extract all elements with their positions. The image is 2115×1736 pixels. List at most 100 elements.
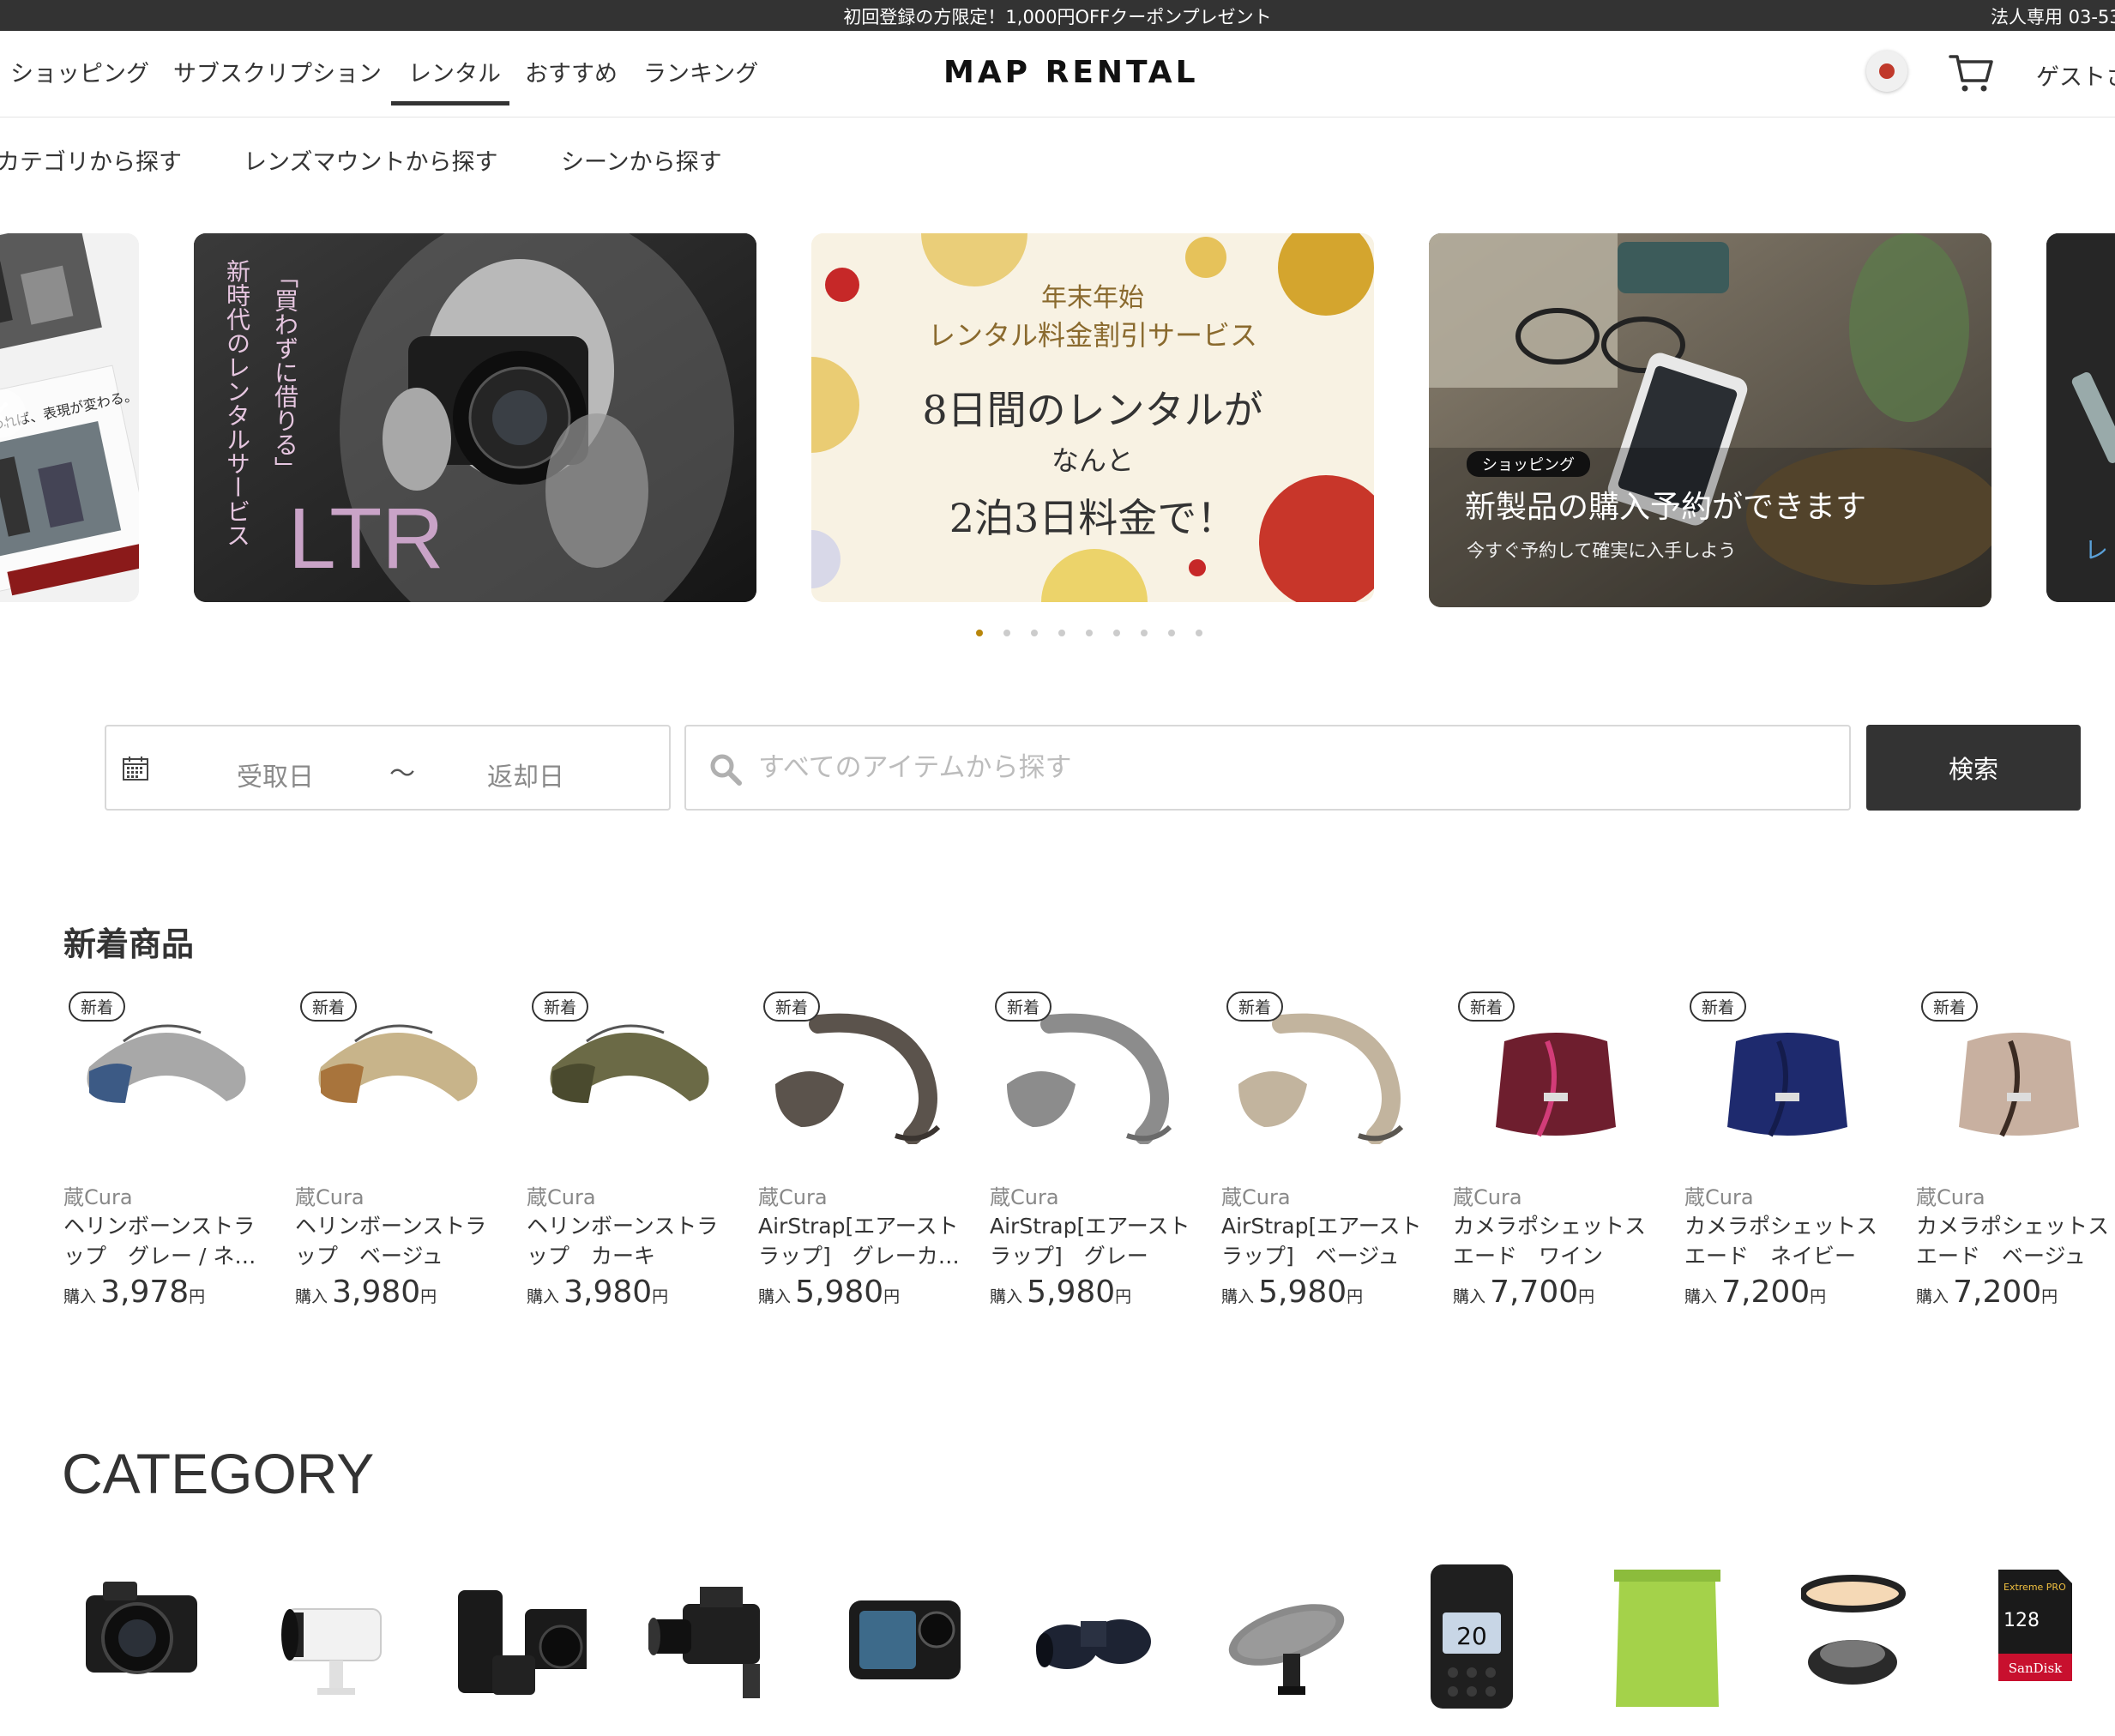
- corporate-contact[interactable]: 法人専用 03-53: [1991, 3, 2115, 29]
- return-date-field[interactable]: 返却日: [487, 756, 564, 793]
- product-image[interactable]: [72, 1007, 261, 1144]
- price-currency: 円: [1347, 1287, 1364, 1306]
- carousel-dot[interactable]: [976, 630, 983, 636]
- category-binoculars[interactable]: [1029, 1552, 1158, 1715]
- product-brand: 蔵Cura: [527, 1185, 596, 1209]
- product-name[interactable]: AirStrap[エアーストラップ] グレーカーキ: [758, 1211, 964, 1271]
- search-bar: [684, 725, 1851, 811]
- category-sd-card[interactable]: Extreme PRO 128 SanDisk: [1986, 1552, 2115, 1715]
- nav-shopping[interactable]: ショッピング: [10, 55, 149, 88]
- product-card[interactable]: 新着 蔵Cura ヘリンボーンストラップ カーキ 購入 3,980円: [527, 986, 732, 1321]
- product-image[interactable]: [304, 1007, 492, 1144]
- site-logo[interactable]: MAP RENTAL: [943, 55, 1199, 90]
- product-name[interactable]: ヘリンボーンストラップ カーキ: [527, 1211, 732, 1271]
- product-image[interactable]: [1693, 1007, 1882, 1144]
- subnav-scene[interactable]: シーンから探す: [561, 143, 722, 177]
- product-image[interactable]: [1925, 1007, 2113, 1144]
- nav-rental[interactable]: レンタル: [408, 55, 501, 88]
- search-input[interactable]: [756, 745, 1820, 790]
- carousel-dot[interactable]: [1031, 630, 1038, 636]
- product-image[interactable]: [998, 1007, 1187, 1144]
- carousel-dot[interactable]: [1058, 630, 1065, 636]
- product-name[interactable]: ヘリンボーンストラップ ベージュ: [295, 1211, 501, 1271]
- carousel-dot[interactable]: [1141, 630, 1148, 636]
- category-lens[interactable]: [269, 1552, 398, 1715]
- site-header: ショッピング サブスクリプション レンタル おすすめ ランキング MAP REN…: [0, 31, 2115, 118]
- category-video-camera[interactable]: [647, 1552, 777, 1715]
- cart-icon[interactable]: [1947, 48, 1995, 96]
- subnav-category[interactable]: カテゴリから探す: [0, 143, 182, 177]
- announcement-text[interactable]: 初回登録の方限定！1,000円OFFクーポンプレゼント: [0, 3, 2115, 29]
- banner-slide-shopping[interactable]: ショッピング 新製品の購入予約ができます 今すぐ予約して確実に入手しよう: [1429, 233, 1991, 607]
- category-camera[interactable]: [77, 1552, 206, 1715]
- product-name[interactable]: AirStrap[エアーストラップ] ベージュ: [1221, 1211, 1427, 1271]
- product-brand: 蔵Cura: [990, 1185, 1059, 1209]
- carousel-dot[interactable]: [1113, 630, 1120, 636]
- product-card[interactable]: 新着 蔵Cura カメラポシェットスエード ワイン 購入 7,700円: [1453, 986, 1659, 1321]
- product-name[interactable]: ヘリンボーンストラップ グレー / ネイビー: [63, 1211, 269, 1271]
- product-brand: 蔵Cura: [1684, 1185, 1754, 1209]
- carousel-dot[interactable]: [1168, 630, 1175, 636]
- product-card[interactable]: 新着 蔵Cura ヘリンボーンストラップ グレー / ネイビー 購入 3,978…: [63, 986, 269, 1321]
- category-transceiver[interactable]: 20: [1419, 1552, 1547, 1715]
- category-backdrop[interactable]: [1609, 1552, 1738, 1715]
- ltr-tagline: 「買わずに借りる」: [271, 264, 299, 480]
- shopping-banner-title: 新製品の購入予約ができます: [1465, 490, 1867, 525]
- price-label: 購入: [990, 1287, 1023, 1306]
- carousel-dot[interactable]: [1086, 630, 1093, 636]
- price-value: 3,980: [332, 1275, 421, 1310]
- search-icon: [710, 754, 742, 786]
- rental-date-picker[interactable]: 受取日 〜 返却日: [105, 725, 671, 811]
- product-name[interactable]: カメラポシェットスエード ワイン: [1453, 1211, 1659, 1271]
- product-card[interactable]: 新着 蔵Cura AirStrap[エアーストラップ] ベージュ 購入 5,98…: [1221, 986, 1427, 1321]
- price-currency: 円: [652, 1287, 669, 1306]
- product-image[interactable]: [535, 1007, 724, 1144]
- transceiver-display: 20: [1456, 1622, 1487, 1650]
- ltr-subtitle: 新時代のレンタルサービス: [223, 259, 251, 547]
- product-image[interactable]: [1461, 1007, 1650, 1144]
- category-action-camera[interactable]: [847, 1552, 976, 1715]
- price-currency: 円: [883, 1287, 901, 1306]
- newyear-line-price: 2泊3日料金で！: [949, 495, 1237, 541]
- slide-collage-image: 変われば、表現が変わる。: [0, 233, 139, 602]
- subnav-lens-mount[interactable]: レンズマウントから探す: [244, 143, 497, 177]
- product-image[interactable]: [767, 1007, 955, 1144]
- category-filter[interactable]: [1799, 1552, 1930, 1715]
- banner-slide-ltr[interactable]: LTR 「買わずに借りる」 新時代のレンタルサービス: [194, 233, 756, 602]
- nav-recommended[interactable]: おすすめ: [525, 55, 618, 88]
- product-brand: 蔵Cura: [1453, 1185, 1522, 1209]
- active-nav-indicator: [391, 101, 509, 105]
- search-button[interactable]: 検索: [1866, 725, 2081, 811]
- product-price: 購入 7,200円: [1684, 1275, 1826, 1310]
- carousel-dot[interactable]: [1003, 630, 1010, 636]
- product-card[interactable]: 新着 蔵Cura カメラポシェットスエード ネイビー 購入 7,200円: [1684, 986, 1890, 1321]
- nav-ranking[interactable]: ランキング: [643, 55, 758, 88]
- language-flag-icon[interactable]: [1866, 51, 1907, 92]
- product-brand: 蔵Cura: [758, 1185, 828, 1209]
- product-card[interactable]: 新着 蔵Cura ヘリンボーンストラップ ベージュ 購入 3,980円: [295, 986, 501, 1321]
- carousel-dot[interactable]: [1196, 630, 1202, 636]
- nav-subscription[interactable]: サブスクリプション: [173, 55, 382, 88]
- product-price: 購入 5,980円: [758, 1275, 900, 1310]
- product-brand: 蔵Cura: [295, 1185, 365, 1209]
- announcement-bar: 初回登録の方限定！1,000円OFFクーポンプレゼント 法人専用 03-53: [0, 0, 2115, 31]
- category-mirrorless-kit[interactable]: [458, 1552, 597, 1715]
- product-name[interactable]: カメラポシェットスエード ベージュ: [1916, 1211, 2115, 1271]
- banner-slide-prev[interactable]: 変われば、表現が変わる。: [0, 233, 139, 602]
- product-card[interactable]: 新着 蔵Cura AirStrap[エアーストラップ] グレーカーキ 購入 5,…: [758, 986, 964, 1321]
- product-name[interactable]: AirStrap[エアーストラップ] グレー: [990, 1211, 1196, 1271]
- guest-account-link[interactable]: ゲストさ: [2036, 58, 2115, 92]
- product-image[interactable]: [1230, 1007, 1419, 1144]
- shopping-banner-subtitle: 今すぐ予約して確実に入手しよう: [1467, 540, 1737, 561]
- product-price: 購入 5,980円: [1221, 1275, 1363, 1310]
- banner-slide-newyear[interactable]: 年末年始 レンタル料金割引サービス 8日間のレンタルが なんと 2泊3日料金で！: [811, 233, 1374, 602]
- pickup-date-field[interactable]: 受取日: [237, 756, 314, 793]
- product-card[interactable]: 新着 蔵Cura AirStrap[エアーストラップ] グレー 購入 5,980…: [990, 986, 1196, 1321]
- category-microphone[interactable]: [1226, 1552, 1355, 1715]
- product-card[interactable]: 新着 蔵Cura カメラポシェットスエード ベージュ 購入 7,200円: [1916, 986, 2115, 1321]
- sd-capacity-label: 128: [2004, 1610, 2040, 1631]
- price-value: 3,978: [100, 1275, 190, 1310]
- new-badge: 新着: [1226, 992, 1284, 1022]
- banner-slide-next[interactable]: レ: [2046, 233, 2115, 602]
- product-name[interactable]: カメラポシェットスエード ネイビー: [1684, 1211, 1890, 1271]
